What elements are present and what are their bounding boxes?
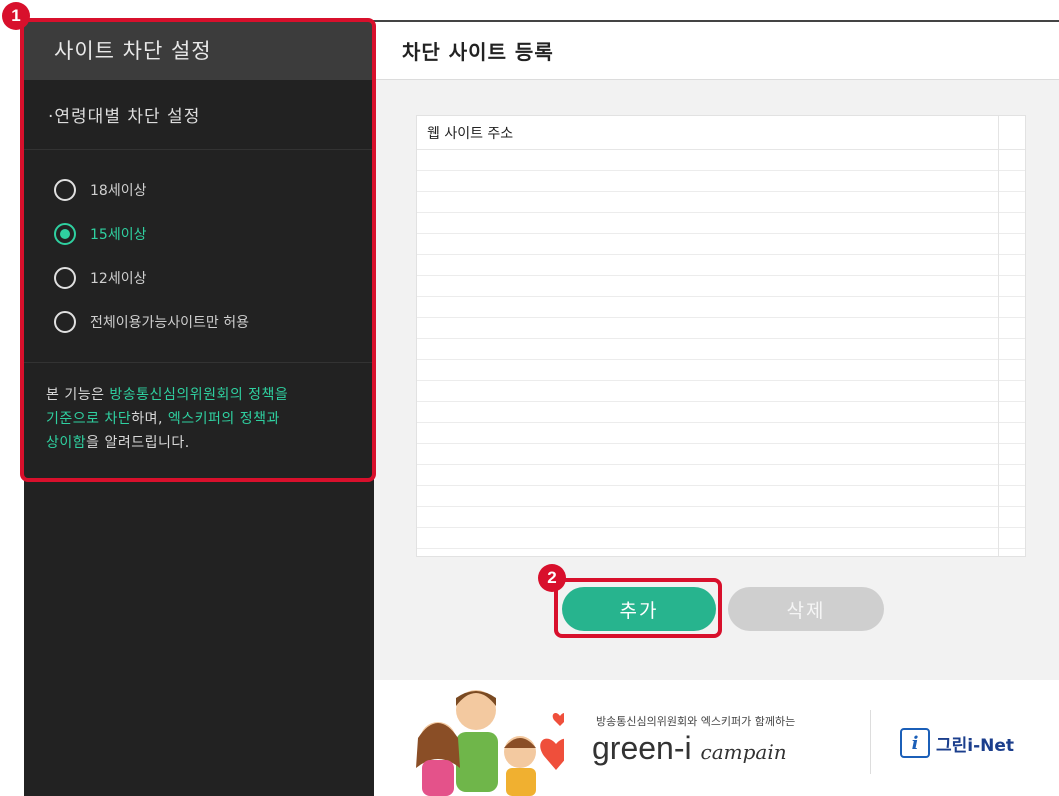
table-row[interactable]: [417, 402, 1025, 423]
annotation-box-2: [554, 578, 722, 638]
table-row[interactable]: [417, 213, 1025, 234]
delete-button[interactable]: 삭제: [728, 587, 884, 631]
table-row[interactable]: [417, 150, 1025, 171]
table-header: 웹 사이트 주소: [417, 116, 1025, 150]
logo-text: 그린i-Net: [936, 735, 1015, 756]
table-row[interactable]: [417, 381, 1025, 402]
table-row[interactable]: [417, 465, 1025, 486]
green-i-net-logo: i 그린i-Net: [900, 728, 1014, 758]
table-row[interactable]: [417, 234, 1025, 255]
table-row[interactable]: [417, 339, 1025, 360]
column-divider: [998, 116, 999, 556]
main-title: 차단 사이트 등록: [374, 20, 1059, 80]
banner-divider: [870, 710, 871, 774]
table-row[interactable]: [417, 171, 1025, 192]
main-panel: 차단 사이트 등록 웹 사이트 주소 추가 삭제 방송통신심의위원회와 엑스키퍼…: [374, 20, 1059, 796]
table-row[interactable]: [417, 192, 1025, 213]
family-illustration-icon: [416, 690, 564, 796]
annotation-badge-1: 1: [2, 2, 30, 30]
table-row[interactable]: [417, 423, 1025, 444]
table-row[interactable]: [417, 507, 1025, 528]
table-row[interactable]: [417, 486, 1025, 507]
campaign-title: green-i campain: [592, 730, 787, 767]
logo-mark-icon: i: [900, 728, 930, 758]
annotation-badge-2: 2: [538, 564, 566, 592]
table-row[interactable]: [417, 528, 1025, 549]
table-row[interactable]: [417, 360, 1025, 381]
table-row[interactable]: [417, 255, 1025, 276]
table-row[interactable]: [417, 297, 1025, 318]
campaign-main: green-i: [592, 730, 692, 766]
banner-subtitle: 방송통신심의위원회와 엑스키퍼가 함께하는: [596, 715, 796, 728]
blocked-site-list[interactable]: 웹 사이트 주소: [416, 115, 1026, 557]
annotation-box-1: [20, 18, 376, 482]
campaign-script: campain: [700, 740, 787, 764]
table-row[interactable]: [417, 276, 1025, 297]
campaign-banner: 방송통신심의위원회와 엑스키퍼가 함께하는 green-i campain i …: [374, 680, 1059, 796]
table-row[interactable]: [417, 444, 1025, 465]
table-row[interactable]: [417, 318, 1025, 339]
